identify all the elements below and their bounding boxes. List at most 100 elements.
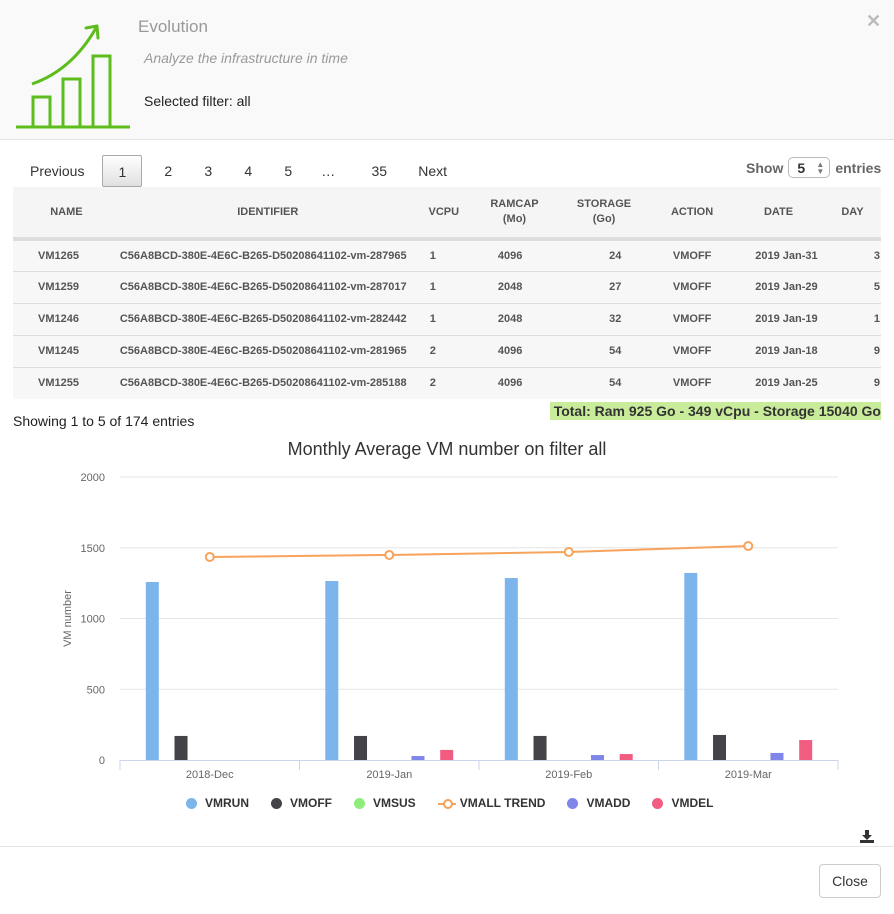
cell-storage: 24	[609, 249, 622, 262]
cell-storage: 54	[609, 345, 622, 357]
selected-filter: Selected filter: all	[144, 93, 251, 109]
growth-chart-icon	[16, 24, 130, 129]
page-button-5[interactable]: 5	[268, 155, 308, 187]
close-button[interactable]: Close	[819, 864, 881, 898]
col-day[interactable]: DAY	[824, 187, 881, 239]
y-tick-label: 0	[99, 755, 105, 767]
bar-vmdel	[440, 749, 454, 760]
chart-legend: VMRUN VMOFF VMSUS VMALL TREND VMADD VMDEL	[186, 796, 735, 810]
y-axis-label: VM number	[62, 590, 74, 647]
cell-vcpu: 1	[429, 249, 436, 262]
cell-ramcap: 2048	[497, 313, 523, 325]
cell-day: 5	[873, 281, 880, 293]
cell-name: VM1246	[38, 313, 79, 325]
cell-identifier: C56A8BCD-380E-4E6C-B265-D50208641102-vm-…	[119, 249, 407, 262]
legend-dot-icon	[652, 797, 664, 809]
bar-vmadd	[770, 752, 784, 760]
legend-item-vmoff[interactable]: VMOFF	[271, 796, 332, 810]
page-button-3[interactable]: 3	[188, 155, 228, 187]
y-tick-label: 500	[87, 684, 105, 696]
cell-name: VM1265	[38, 249, 79, 262]
bar-vmoff	[713, 734, 727, 760]
legend-label: VMALL TREND	[459, 796, 546, 810]
bar-vmrun	[325, 581, 339, 760]
cell-date: 2019 Jan-18	[755, 345, 818, 357]
next-page-button[interactable]: Next	[404, 155, 459, 187]
cell-identifier: C56A8BCD-380E-4E6C-B265-D50208641102-vm-…	[119, 313, 407, 325]
legend-item-vmadd[interactable]: VMADD	[567, 796, 630, 810]
close-icon[interactable]: ✕	[866, 12, 881, 30]
cell-identifier: C56A8BCD-380E-4E6C-B265-D50208641102-vm-…	[119, 281, 407, 293]
cell-action: VMOFF	[672, 313, 712, 325]
cell-day: 3	[873, 249, 880, 262]
cell-vcpu: 2	[429, 377, 436, 390]
page-button-2[interactable]: 2	[148, 155, 188, 187]
footer-divider	[0, 846, 894, 847]
legend-label: VMRUN	[205, 796, 249, 810]
legend-dot-icon	[271, 797, 282, 809]
legend-label: VMADD	[586, 796, 631, 810]
previous-page-button[interactable]: Previous	[18, 155, 102, 187]
cell-identifier: C56A8BCD-380E-4E6C-B265-D50208641102-vm-…	[119, 377, 407, 390]
legend-item-vmdel[interactable]: VMDEL	[652, 796, 713, 810]
cell-ramcap: 4096	[497, 377, 523, 390]
legend-item-vmall-trend[interactable]: VMALL TREND	[437, 796, 546, 810]
entries-select[interactable]: 5 ▲ ▼	[788, 157, 831, 178]
table-row: VM1259 C56A8BCD-380E-4E6C-B265-D50208641…	[13, 271, 881, 303]
page-button-1[interactable]: 1	[102, 155, 143, 187]
page-ellipsis: …	[321, 163, 336, 179]
table-row: VM1245 C56A8BCD-380E-4E6C-B265-D50208641…	[13, 335, 881, 367]
page-button-4[interactable]: 4	[228, 155, 268, 187]
select-arrows-icon: ▲ ▼	[816, 159, 825, 176]
table-row: VM1255 C56A8BCD-380E-4E6C-B265-D50208641…	[13, 367, 881, 399]
x-tick-label: 2019-Jan	[366, 769, 412, 781]
legend-dot-icon	[186, 797, 197, 809]
col-name[interactable]: NAME	[13, 187, 120, 239]
trend-point	[563, 546, 574, 557]
cell-action: VMOFF	[672, 281, 712, 293]
trend-point	[204, 551, 215, 562]
cell-name: VM1259	[38, 281, 79, 293]
legend-item-vmrun[interactable]: VMRUN	[186, 796, 249, 810]
bar-vmadd	[590, 755, 604, 760]
cell-action: VMOFF	[672, 377, 712, 390]
col-action[interactable]: ACTION	[651, 187, 733, 239]
cell-vcpu: 2	[429, 345, 436, 357]
col-date[interactable]: DATE	[733, 187, 824, 239]
cell-date: 2019 Jan-19	[755, 313, 818, 325]
cell-ramcap: 4096	[497, 249, 523, 262]
col-identifier[interactable]: IDENTIFIER	[120, 187, 416, 239]
legend-line-marker-icon	[437, 798, 456, 809]
bar-vmrun	[684, 572, 698, 760]
legend-dot-icon	[567, 797, 579, 809]
table-header-row: NAME IDENTIFIER VCPU RAMCAP (Mo) STORAGE (…	[13, 187, 881, 239]
page-button-last[interactable]: 35	[354, 155, 404, 187]
x-tick-label: 2018-Dec	[186, 769, 234, 781]
modal-header: Evolution Analyze the infrastructure in …	[0, 0, 894, 140]
cell-vcpu: 1	[429, 281, 436, 293]
cell-action: VMOFF	[672, 345, 712, 357]
col-storage[interactable]: STORAGE (Go)	[557, 187, 651, 239]
legend-label: VMOFF	[290, 796, 332, 810]
download-icon[interactable]	[860, 830, 874, 843]
cell-date: 2019 Jan-25	[755, 377, 818, 390]
modal-title: Evolution	[138, 17, 208, 36]
col-ramcap[interactable]: RAMCAP (Mo)	[472, 187, 557, 239]
bar-vmadd	[411, 756, 425, 760]
cell-identifier: C56A8BCD-380E-4E6C-B265-D50208641102-vm-…	[119, 345, 407, 357]
col-ramcap-label: RAMCAP	[490, 198, 539, 210]
col-vcpu[interactable]: VCPU	[416, 187, 472, 239]
cell-vcpu: 1	[429, 313, 436, 325]
modal-subtitle: Analyze the infrastructure in time	[144, 50, 348, 66]
cell-day: 1	[873, 313, 880, 325]
bar-vmoff	[533, 735, 547, 760]
col-ramcap-unit: (Mo)	[502, 213, 527, 225]
table-row: VM1265 C56A8BCD-380E-4E6C-B265-D50208641…	[13, 239, 881, 271]
legend-label: VMSUS	[373, 796, 416, 810]
x-tick-label: 2019-Mar	[725, 769, 772, 781]
cell-day: 9	[873, 377, 880, 390]
legend-label: VMDEL	[671, 796, 714, 810]
vm-chart: 0 500 1000 1500 2000 VM number 2018-Dec 2019-Ja…	[62, 472, 839, 781]
legend-item-vmsus[interactable]: VMSUS	[354, 796, 416, 810]
cell-storage: 54	[609, 377, 622, 390]
